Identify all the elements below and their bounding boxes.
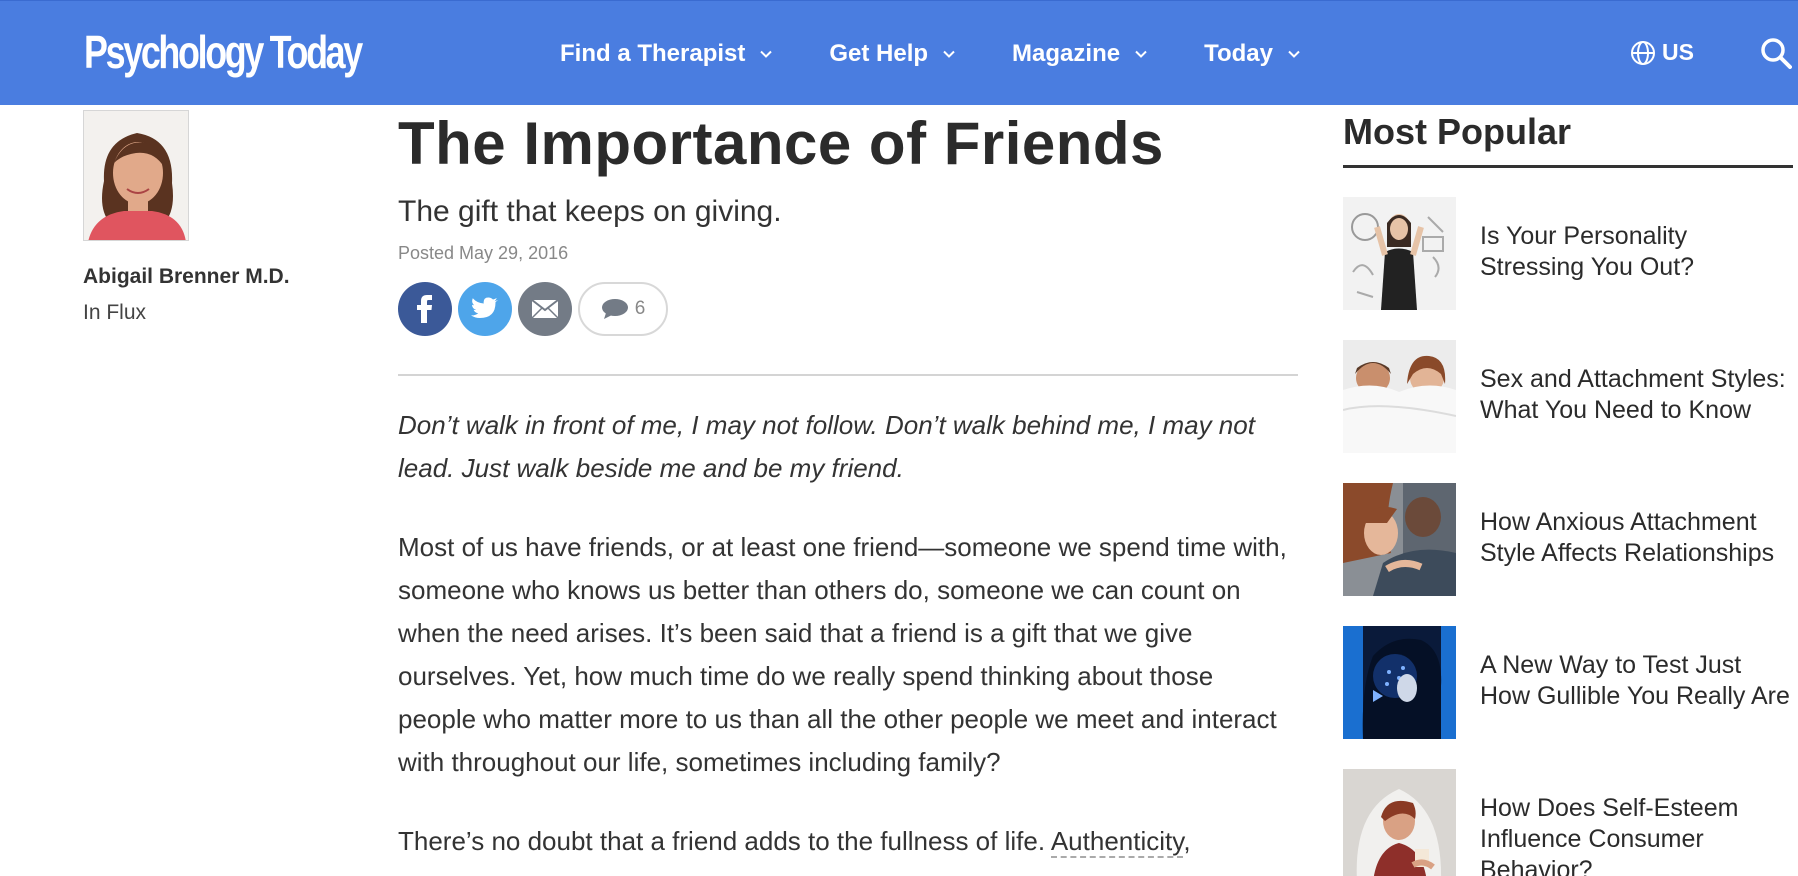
facebook-share-button[interactable]	[398, 282, 452, 336]
nav-find-a-therapist[interactable]: Find a Therapist	[560, 40, 773, 68]
popular-item[interactable]: How Does Self-Esteem Influence Consumer …	[1343, 769, 1793, 876]
search-icon[interactable]	[1760, 37, 1792, 69]
facebook-icon	[417, 295, 432, 323]
popular-item-title[interactable]: How Does Self-Esteem Influence Consumer …	[1480, 793, 1793, 876]
popular-thumbnail[interactable]	[1343, 197, 1456, 310]
comments-button[interactable]: 6	[578, 282, 668, 336]
popular-thumbnail[interactable]	[1343, 340, 1456, 453]
paragraph-text: ,	[1183, 826, 1191, 856]
nav-magazine[interactable]: Magazine	[1012, 40, 1148, 68]
popular-thumbnail[interactable]	[1343, 483, 1456, 596]
share-bar: 6	[398, 282, 1298, 336]
nav-label: Get Help	[829, 39, 929, 67]
sidebar-heading: Most Popular	[1343, 108, 1793, 168]
article-paragraph: There’s no doubt that a friend adds to t…	[398, 820, 1298, 863]
popular-item-title[interactable]: How Anxious Attachment Style Affects Rel…	[1480, 507, 1793, 626]
popular-item[interactable]: How Anxious Attachment Style Affects Rel…	[1343, 483, 1793, 626]
chevron-down-icon	[760, 50, 773, 58]
head-silhouette-image	[1343, 626, 1456, 739]
popular-item-title[interactable]: Is Your Personality Stressing You Out?	[1480, 221, 1793, 340]
popular-thumbnail[interactable]	[1343, 626, 1456, 739]
chevron-down-icon	[1288, 50, 1300, 58]
comment-icon	[601, 299, 628, 319]
author-photo-image	[84, 111, 188, 240]
main-nav: Find a Therapist Get Help Magazine Today	[560, 1, 1357, 106]
site-header: Psychology Today Find a Therapist Get He…	[0, 0, 1798, 105]
author-name[interactable]: Abigail Brenner M.D.	[83, 265, 290, 289]
comment-count: 6	[634, 298, 646, 319]
author-blog-name[interactable]: In Flux	[83, 301, 146, 325]
popular-thumbnail[interactable]	[1343, 769, 1456, 876]
chevron-down-icon	[943, 50, 955, 58]
globe-icon	[1631, 40, 1655, 65]
nav-label: Find a Therapist	[560, 39, 746, 67]
popular-item[interactable]: Sex and Attachment Styles: What You Need…	[1343, 340, 1793, 483]
twitter-icon	[471, 297, 498, 318]
popular-item-title[interactable]: Sex and Attachment Styles: What You Need…	[1480, 364, 1793, 483]
article-quote: Don’t walk in front of me, I may not fol…	[398, 410, 1255, 483]
posted-date: Posted May 29, 2016	[398, 243, 569, 263]
nav-get-help[interactable]: Get Help	[829, 40, 956, 68]
hugging-couple-image	[1343, 483, 1456, 596]
twitter-share-button[interactable]	[458, 282, 512, 336]
site-logo[interactable]: Psychology Today	[84, 25, 363, 79]
author-avatar[interactable]	[83, 110, 189, 241]
stressed-person-image	[1343, 197, 1456, 310]
divider	[398, 374, 1298, 376]
nav-label: Magazine	[1012, 39, 1121, 67]
popular-list: Is Your Personality Stressing You Out? S…	[1343, 197, 1793, 876]
nav-label: Today	[1204, 39, 1273, 67]
couple-under-sheets-image	[1343, 340, 1456, 453]
email-share-button[interactable]	[518, 282, 572, 336]
email-icon	[531, 299, 559, 319]
article-title: The Importance of Friends	[398, 110, 1164, 177]
article-paragraph: Most of us have friends, or at least one…	[398, 532, 1287, 777]
nav-today[interactable]: Today	[1204, 40, 1301, 68]
popular-item[interactable]: A New Way to Test Just How Gullible You …	[1343, 626, 1793, 769]
most-popular-sidebar: Most Popular Is Your Personality Stressi…	[1343, 108, 1793, 876]
region-label: US	[1662, 39, 1694, 65]
article-subtitle: The gift that keeps on giving.	[398, 195, 782, 228]
paragraph-text: There’s no doubt that a friend adds to t…	[398, 826, 1051, 856]
chevron-down-icon	[1135, 50, 1147, 58]
article: The Importance of Friends The gift that …	[398, 108, 1298, 863]
popular-item[interactable]: Is Your Personality Stressing You Out?	[1343, 197, 1793, 340]
region-selector[interactable]: US	[1630, 39, 1694, 66]
woman-in-blanket-image	[1343, 769, 1456, 876]
popular-item-title[interactable]: A New Way to Test Just How Gullible You …	[1480, 650, 1793, 769]
authenticity-link[interactable]: Authenticity	[1050, 826, 1184, 858]
